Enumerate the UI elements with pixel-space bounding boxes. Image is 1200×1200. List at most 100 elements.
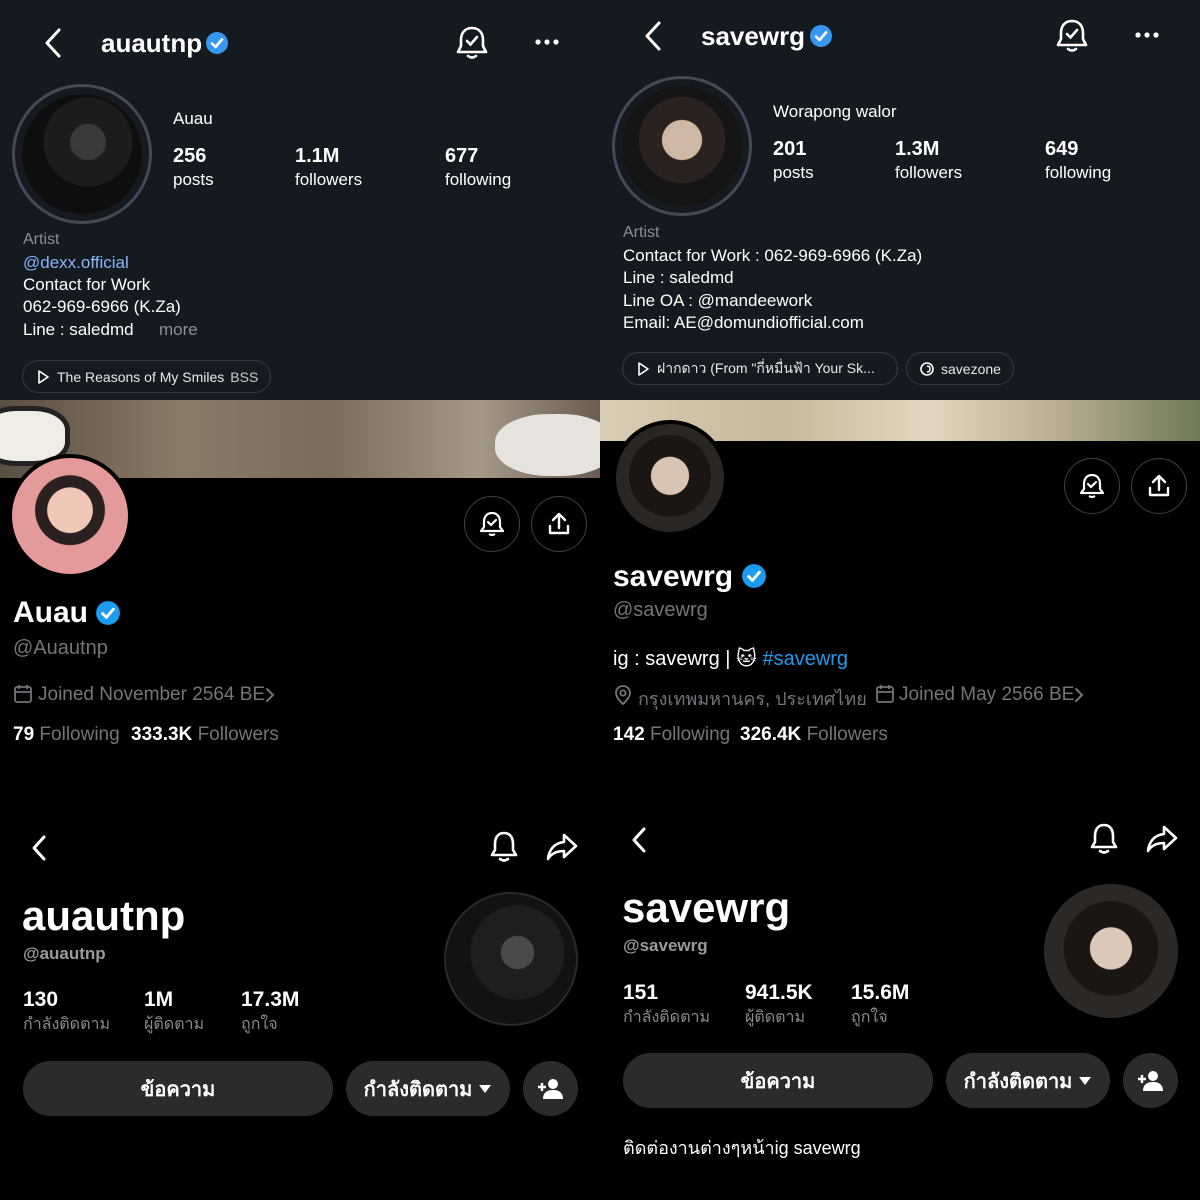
followers-stat[interactable]: 941.5K ผู้ติดตาม: [745, 981, 813, 1030]
share-arrow-icon[interactable]: [545, 832, 579, 862]
profile-picture-ring[interactable]: [12, 84, 152, 224]
followers-stat[interactable]: 1.1M followers: [295, 145, 362, 190]
handle: @savewrg: [613, 599, 708, 621]
more-options-icon[interactable]: [535, 38, 559, 46]
share-icon: [1148, 474, 1170, 497]
share-icon: [548, 512, 570, 535]
bio-link[interactable]: @dexx.official: [23, 253, 129, 273]
calendar-icon: [13, 684, 33, 704]
music-pill[interactable]: The Reasons of My Smiles BSS: [22, 360, 272, 393]
add-friend-button[interactable]: [1123, 1053, 1178, 1108]
bio-line-2: Line : saledmd: [623, 268, 734, 287]
threads-handle: savezone: [941, 360, 1001, 377]
following-link[interactable]: 142 Following: [613, 724, 730, 746]
location: กรุงเทพมหานคร, ประเทศไทย: [638, 689, 867, 709]
posts-count: 201: [773, 138, 807, 160]
following-stat[interactable]: 649 following: [1045, 138, 1111, 183]
following-stat[interactable]: 130 กำลังติดตาม: [23, 988, 110, 1037]
back-icon[interactable]: [640, 19, 666, 53]
followers-label: followers: [295, 170, 363, 189]
banner-shoe-right: [495, 414, 600, 476]
display-name: savewrg: [613, 560, 734, 593]
notifications-button[interactable]: [464, 496, 520, 552]
following-stat[interactable]: 677 following: [445, 145, 511, 190]
likes-stat[interactable]: 17.3M ถูกใจ: [241, 988, 299, 1037]
followers-label: ผู้ติดตาม: [745, 1009, 806, 1026]
following-button-label: กำลังติดตาม: [963, 1070, 1073, 1093]
likes-count: 17.3M: [241, 988, 300, 1011]
bio-hashtag[interactable]: #savewrg: [762, 648, 848, 670]
message-button[interactable]: ข้อความ: [623, 1053, 933, 1108]
notifications-button[interactable]: [1064, 458, 1120, 514]
following-label: following: [1045, 163, 1112, 182]
back-icon[interactable]: [628, 825, 650, 855]
tiktok-profile-left: auautnp @auautnp 130 กำลังติดตาม 1M ผู้ต…: [0, 800, 600, 1200]
profile-picture-ring[interactable]: [612, 76, 752, 216]
calendar-icon: [875, 684, 895, 704]
music-title: The Reasons of My Smiles: [57, 368, 225, 385]
followers-stat[interactable]: 1.3M followers: [895, 138, 962, 183]
back-icon[interactable]: [28, 833, 50, 863]
display-name: Auau: [173, 109, 213, 128]
following-label: กำลังติดตาม: [23, 1016, 110, 1033]
chevron-right-icon[interactable]: [264, 687, 276, 703]
bio-line-4: Email: AE@domundiofficial.com: [623, 313, 864, 332]
bell-icon[interactable]: [488, 830, 520, 864]
add-user-icon: [537, 1078, 563, 1099]
following-dropdown-button[interactable]: กำลังติดตาม: [946, 1053, 1110, 1108]
followers-label: Followers: [197, 724, 279, 745]
followers-label: followers: [895, 163, 963, 182]
instagram-profile-right: savewrg Worapong walor 201 posts 1.3M fo…: [600, 0, 1200, 400]
more-link[interactable]: more: [159, 320, 198, 340]
ig-username: savewrg: [701, 21, 806, 51]
bell-icon[interactable]: [1088, 822, 1120, 856]
share-arrow-icon[interactable]: [1145, 824, 1179, 854]
followers-link[interactable]: 326.4K Followers: [740, 724, 888, 746]
music-pill[interactable]: ฝากดาว (From "กี่หมื่นฟ้า Your Sk...: [622, 352, 898, 385]
bio-text: ig : savewrg |: [613, 648, 731, 670]
play-icon: [38, 369, 49, 384]
posts-stat[interactable]: 256 posts: [173, 145, 214, 190]
following-label: กำลังติดตาม: [623, 1009, 710, 1026]
likes-stat[interactable]: 15.6M ถูกใจ: [851, 981, 909, 1030]
caret-down-icon: [1079, 1076, 1092, 1085]
message-button[interactable]: ข้อความ: [23, 1061, 333, 1116]
followers-count: 1M: [144, 988, 174, 1011]
category-label: Artist: [23, 231, 60, 248]
cat-emoji: 🐱: [736, 648, 757, 670]
caret-down-icon: [479, 1084, 492, 1093]
chevron-right-icon[interactable]: [1073, 687, 1085, 703]
joined-date: Joined May 2566 BE: [899, 684, 1075, 705]
more-options-icon[interactable]: [1135, 31, 1159, 39]
following-stat[interactable]: 151 กำลังติดตาม: [623, 981, 710, 1030]
following-label: Following: [39, 724, 120, 745]
share-button[interactable]: [531, 496, 587, 552]
back-icon[interactable]: [40, 26, 66, 60]
bio: ig : savewrg | 🐱 #savewrg: [613, 646, 848, 671]
bio-line-3: Line : saledmd: [23, 320, 134, 339]
notification-bell-icon[interactable]: [455, 25, 489, 61]
threads-pill[interactable]: savezone: [906, 352, 1014, 385]
followers-count: 333.3K: [131, 724, 193, 745]
profile-picture[interactable]: [8, 454, 132, 578]
following-count: 151: [623, 981, 659, 1004]
likes-label: ถูกใจ: [851, 1009, 888, 1026]
followers-link[interactable]: 333.3K Followers: [131, 724, 279, 746]
profile-picture[interactable]: [444, 892, 578, 1026]
followers-label: Followers: [806, 724, 888, 745]
add-friend-button[interactable]: [523, 1061, 578, 1116]
following-count: 677: [445, 145, 479, 167]
verified-badge-icon: [95, 600, 121, 626]
display-name: Auau: [13, 596, 88, 629]
notification-bell-icon[interactable]: [1055, 18, 1089, 54]
x-profile-left: Auau @Auautnp Joined November 2564 BE 79…: [0, 400, 600, 800]
followers-stat[interactable]: 1M ผู้ติดตาม: [144, 988, 204, 1037]
share-button[interactable]: [1131, 458, 1187, 514]
posts-stat[interactable]: 201 posts: [773, 138, 814, 183]
profile-picture[interactable]: [612, 420, 728, 536]
following-dropdown-button[interactable]: กำลังติดตาม: [346, 1061, 510, 1116]
verified-badge-icon: [809, 24, 833, 48]
following-link[interactable]: 79 Following: [13, 724, 120, 746]
profile-picture[interactable]: [1044, 884, 1178, 1018]
posts-count: 256: [173, 145, 207, 167]
